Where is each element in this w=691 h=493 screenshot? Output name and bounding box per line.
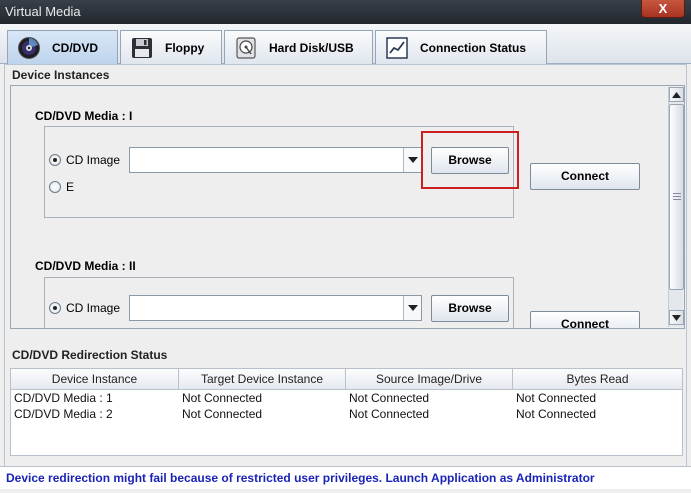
vertical-scrollbar[interactable] (668, 87, 684, 327)
chevron-down-icon (672, 314, 681, 321)
cd-image-combo-2[interactable] (129, 295, 422, 321)
close-icon: X (658, 1, 668, 16)
radio-drive-e[interactable]: E (49, 180, 74, 194)
table-header: Device Instance Target Device Instance S… (11, 369, 682, 390)
grip-icon (673, 193, 681, 200)
scroll-up-button[interactable] (669, 87, 684, 102)
table-cell: Not Connected (349, 391, 430, 405)
radio-cd-image-1[interactable]: CD Image (49, 153, 120, 167)
cd-dvd-panel: Device Instances CD/DVD Media : I CD Ima… (4, 64, 687, 489)
connect-button-2[interactable]: Connect (530, 311, 640, 328)
chart-icon (384, 35, 410, 61)
table-cell: Not Connected (516, 391, 597, 405)
tab-label: CD/DVD (52, 41, 99, 55)
table-cell: Not Connected (516, 407, 597, 421)
group-box-media-2: CD Image Browse (44, 277, 514, 328)
tab-label: Floppy (165, 40, 205, 55)
floppy-icon (129, 35, 155, 61)
table-row[interactable]: CD/DVD Media : 2 Not Connected Not Conne… (11, 407, 682, 423)
status-message: Device redirection might fail because of… (0, 466, 691, 489)
device-instances-header: Device Instances (12, 68, 110, 82)
table-cell: Not Connected (182, 407, 263, 421)
cd-icon (16, 35, 42, 61)
hard-disk-icon (233, 35, 259, 61)
window-title: Virtual Media (5, 4, 81, 19)
tab-label: Hard Disk/USB (269, 40, 354, 55)
column-header[interactable]: Device Instance (11, 369, 179, 390)
tab-connection-status[interactable]: Connection Status (375, 30, 547, 64)
tab-label: Connection Status (420, 40, 527, 55)
scroll-thumb[interactable] (669, 104, 684, 290)
close-button[interactable]: X (641, 0, 685, 18)
window-titlebar: Virtual Media X (0, 0, 691, 24)
radio-button[interactable] (49, 302, 61, 314)
column-header[interactable]: Bytes Read (513, 369, 682, 390)
table-cell: CD/DVD Media : 2 (14, 407, 113, 421)
redirection-status-header: CD/DVD Redirection Status (12, 348, 168, 362)
tab-floppy[interactable]: Floppy (120, 30, 222, 64)
tab-cd-dvd[interactable]: CD/DVD (7, 30, 118, 65)
scroll-down-button[interactable] (669, 310, 684, 325)
table-cell: Not Connected (182, 391, 263, 405)
browse-button-2[interactable]: Browse (431, 295, 509, 322)
radio-button[interactable] (49, 154, 61, 166)
table-cell: CD/DVD Media : 1 (14, 391, 113, 405)
column-header[interactable]: Source Image/Drive (346, 369, 513, 390)
device-instances-scroll-area: CD/DVD Media : I CD Image E Browse Conne… (10, 85, 685, 329)
chevron-down-icon[interactable] (403, 148, 421, 172)
radio-label: E (66, 180, 75, 194)
highlight-box (421, 131, 519, 189)
redirection-status-table: Device Instance Target Device Instance S… (10, 368, 683, 456)
radio-label: CD Image (66, 153, 121, 167)
group-title-media-2: CD/DVD Media : II (35, 259, 136, 273)
radio-cd-image-2[interactable]: CD Image (49, 301, 120, 315)
chevron-up-icon (672, 91, 681, 98)
connect-button-1[interactable]: Connect (530, 163, 640, 190)
radio-button[interactable] (49, 181, 61, 193)
cd-image-combo-1[interactable] (129, 147, 422, 173)
table-cell: Not Connected (349, 407, 430, 421)
table-row[interactable]: CD/DVD Media : 1 Not Connected Not Conne… (11, 391, 682, 407)
radio-label: CD Image (66, 301, 121, 315)
tab-hard-disk-usb[interactable]: Hard Disk/USB (224, 30, 373, 64)
group-title-media-1: CD/DVD Media : I (35, 109, 133, 123)
tab-bar: CD/DVD Floppy Hard Disk/USB Connection S… (0, 24, 691, 65)
column-header[interactable]: Target Device Instance (179, 369, 346, 390)
chevron-down-icon[interactable] (403, 296, 421, 320)
